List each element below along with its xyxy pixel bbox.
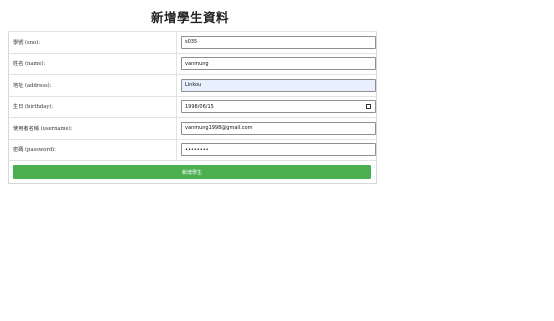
name-input[interactable]: vanmung: [181, 57, 376, 71]
password-input[interactable]: ••••••••: [181, 143, 376, 157]
name-input-value: vanmung: [185, 60, 209, 67]
birthday-label: 生日 (birthday):: [8, 95, 177, 118]
address-label: 地址 (address):: [8, 74, 177, 97]
student-form: 學號 (sno): s035 姓名 (name): vanmung 地址 (ad…: [8, 31, 377, 184]
form-row-submit: 新增學生: [8, 160, 377, 184]
username-label: 使用者名稱 (username):: [8, 117, 177, 140]
page-title: 新增學生資料: [150, 10, 229, 25]
form-row-name: 姓名 (name): vanmung: [8, 52, 377, 75]
form-row-address: 地址 (address): Linkou: [8, 74, 377, 97]
form-row-username: 使用者名稱 (username): vanmung1998@gmail.com: [8, 117, 377, 140]
name-label: 姓名 (name):: [8, 52, 177, 75]
address-input[interactable]: Linkou: [181, 78, 376, 92]
sno-input[interactable]: s035: [181, 35, 376, 49]
password-label: 密碼 (password):: [8, 138, 177, 161]
sno-input-value: s035: [185, 39, 198, 46]
form-row-password: 密碼 (password): ••••••••: [8, 138, 377, 161]
form-row-sno: 學號 (sno): s035: [8, 31, 377, 54]
address-input-value: Linkou: [185, 82, 202, 89]
birthday-input-value: 1998/06/15: [185, 103, 214, 110]
birthday-input[interactable]: 1998/06/15: [181, 100, 376, 114]
password-input-value: ••••••••: [185, 146, 209, 153]
calendar-icon[interactable]: [366, 104, 371, 110]
username-input[interactable]: vanmung1998@gmail.com: [181, 121, 376, 135]
sno-label: 學號 (sno):: [8, 31, 177, 54]
username-input-value: vanmung1998@gmail.com: [185, 125, 253, 132]
add-student-button[interactable]: 新增學生: [13, 165, 371, 179]
form-row-birthday: 生日 (birthday): 1998/06/15: [8, 95, 377, 118]
